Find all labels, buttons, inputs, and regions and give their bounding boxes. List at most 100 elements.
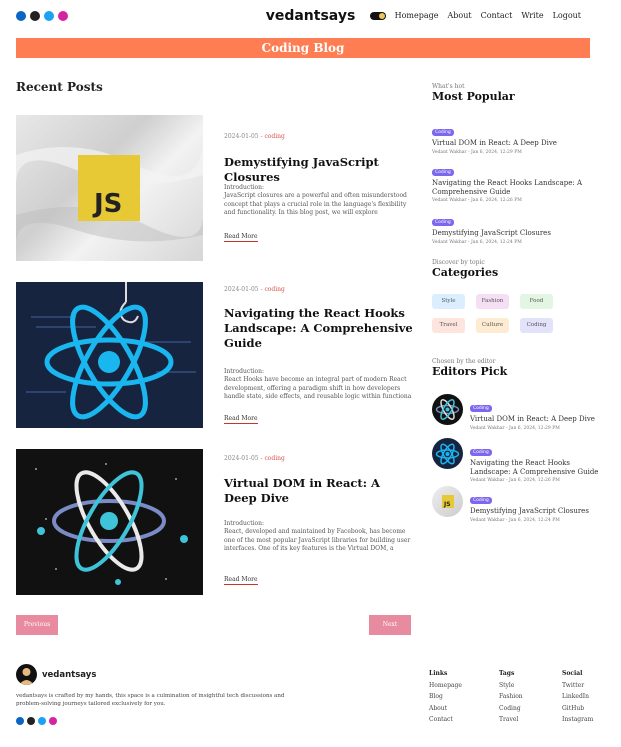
nav-homepage[interactable]: Homepage bbox=[395, 11, 439, 20]
svg-text:JS: JS bbox=[443, 501, 451, 508]
footer-brand-name[interactable]: vedantsays bbox=[42, 670, 96, 680]
editors-pick-item[interactable]: JS Coding Demystifying JavaScript Closur… bbox=[432, 486, 602, 523]
category-chip-food[interactable]: Food bbox=[520, 294, 553, 309]
editors-pick-text: Coding Demystifying JavaScript Closures … bbox=[470, 486, 600, 523]
editors-pick-title-text[interactable]: Demystifying JavaScript Closures bbox=[470, 507, 600, 516]
editors-pick-item[interactable]: Coding Navigating the React Hooks Landsc… bbox=[432, 438, 602, 483]
popular-item-meta: Vedant Wakhar - Jan 6, 2024, 12:26 PM bbox=[432, 198, 522, 203]
footer-link[interactable]: GitHub bbox=[562, 703, 593, 715]
virtual-dom-image bbox=[35, 463, 188, 585]
footer-link[interactable]: Travel bbox=[499, 714, 523, 726]
post-date: 2024-01-05 bbox=[224, 455, 259, 462]
nav-about[interactable]: About bbox=[447, 11, 471, 20]
category-chip-culture[interactable]: Culture bbox=[476, 318, 509, 333]
post-title[interactable]: Navigating the React Hooks Landscape: A … bbox=[224, 306, 414, 351]
category-badge[interactable]: Coding bbox=[470, 497, 492, 504]
read-more-link[interactable]: Read More bbox=[224, 576, 258, 585]
read-more-link[interactable]: Read More bbox=[224, 233, 258, 242]
post-category[interactable]: coding bbox=[264, 286, 284, 293]
footer-link[interactable]: Homepage bbox=[429, 680, 462, 692]
post-category[interactable]: coding bbox=[264, 133, 284, 140]
footer-tags-column: Tags Style Fashion Coding Travel bbox=[499, 668, 523, 726]
editors-pick-item[interactable]: Coding Virtual DOM in React: A Deep Dive… bbox=[432, 394, 602, 431]
top-bar: vedantsays Homepage About Contact Write … bbox=[0, 0, 621, 34]
category-chip-travel[interactable]: Travel bbox=[432, 318, 465, 333]
post-title[interactable]: Demystifying JavaScript Closures bbox=[224, 155, 414, 185]
popular-item-meta: Vedant Wakhar - Jan 6, 2024, 12:29 PM bbox=[432, 149, 522, 155]
popular-item-title[interactable]: Virtual DOM in React: A Deep Dive bbox=[432, 139, 592, 148]
footer-link[interactable]: Coding bbox=[499, 703, 523, 715]
nav-logout[interactable]: Logout bbox=[553, 11, 581, 20]
main-nav: Homepage About Contact Write Logout bbox=[369, 11, 581, 20]
post-thumbnail[interactable] bbox=[16, 282, 203, 428]
most-popular-kicker: What's hot bbox=[432, 83, 465, 90]
popular-item-title[interactable]: Demystifying JavaScript Closures bbox=[432, 229, 592, 238]
post-meta: 2024-01-05 - coding bbox=[224, 455, 285, 462]
editors-pick-avatar[interactable]: JS bbox=[432, 486, 463, 517]
most-popular-header: What's hot Most Popular bbox=[432, 83, 602, 103]
editors-pick-title-text[interactable]: Navigating the React Hooks Landscape: A … bbox=[470, 459, 600, 476]
footer-link[interactable]: About bbox=[429, 703, 462, 715]
post-excerpt: JavaScript closures are a powerful and o… bbox=[224, 192, 407, 216]
footer-link[interactable]: Style bbox=[499, 680, 523, 692]
category-chip-fashion[interactable]: Fashion bbox=[476, 294, 509, 309]
category-badge[interactable]: Coding bbox=[470, 405, 492, 412]
post-meta: 2024-01-05 - coding bbox=[224, 133, 285, 140]
github-icon[interactable] bbox=[27, 717, 35, 725]
category-chip-style[interactable]: Style bbox=[432, 294, 465, 309]
previous-button[interactable]: Previous bbox=[16, 615, 58, 635]
footer-column-title: Links bbox=[429, 670, 448, 677]
category-badge[interactable]: Coding bbox=[432, 219, 454, 226]
post-intro-label: Introduction: bbox=[224, 184, 265, 191]
editors-pick-avatar[interactable] bbox=[432, 394, 463, 425]
footer-link[interactable]: Blog bbox=[429, 691, 462, 703]
linkedin-icon[interactable] bbox=[16, 717, 24, 725]
footer-social bbox=[16, 717, 57, 725]
categories-header: Discover by topic Categories bbox=[432, 259, 602, 279]
footer-link[interactable]: Instagram bbox=[562, 714, 593, 726]
footer-column-title: Tags bbox=[499, 670, 515, 677]
editors-pick-meta: Vedant Wakhar - Jan 6, 2024, 12:26 PM bbox=[470, 478, 560, 483]
post-thumbnail[interactable] bbox=[16, 449, 203, 595]
editors-pick-title-text[interactable]: Virtual DOM in React: A Deep Dive bbox=[470, 415, 600, 424]
post-meta: 2024-01-05 - coding bbox=[224, 286, 285, 293]
most-popular-title: Most Popular bbox=[432, 90, 515, 103]
post-thumbnail[interactable]: JS bbox=[16, 115, 203, 261]
popular-item[interactable]: Coding Virtual DOM in React: A Deep Dive… bbox=[432, 118, 592, 155]
categories-title: Categories bbox=[432, 266, 499, 279]
category-badge[interactable]: Coding bbox=[470, 449, 492, 456]
footer-description: vedantsays is crafted by my hands, this … bbox=[16, 693, 285, 707]
react-logo-image bbox=[26, 282, 196, 420]
category-badge[interactable]: Coding bbox=[432, 169, 454, 176]
popular-item-title[interactable]: Navigating the React Hooks Landscape: A … bbox=[432, 179, 592, 196]
post-date: 2024-01-05 bbox=[224, 286, 259, 293]
editors-pick-meta: Vedant Wakhar - Jan 6, 2024, 12:24 PM bbox=[470, 517, 560, 523]
instagram-icon[interactable] bbox=[49, 717, 57, 725]
post-category[interactable]: coding bbox=[264, 455, 284, 462]
footer-link[interactable]: LinkedIn bbox=[562, 691, 593, 703]
theme-toggle[interactable] bbox=[369, 11, 386, 20]
footer-link[interactable]: Twitter bbox=[562, 680, 593, 692]
twitter-icon[interactable] bbox=[38, 717, 46, 725]
next-button[interactable]: Next bbox=[369, 615, 411, 635]
post-excerpt: React, developed and maintained by Faceb… bbox=[224, 528, 411, 552]
footer-social-column: Social Twitter LinkedIn GitHub Instagram bbox=[562, 668, 593, 726]
category-badge[interactable]: Coding bbox=[432, 129, 454, 136]
read-more-link[interactable]: Read More bbox=[224, 415, 258, 424]
editors-pick-text: Coding Virtual DOM in React: A Deep Dive… bbox=[470, 394, 600, 431]
svg-text:JS: JS bbox=[92, 189, 122, 219]
post-intro-label: Introduction: bbox=[224, 368, 265, 375]
post-card: 2024-01-05 - coding Virtual DOM in React… bbox=[16, 449, 411, 595]
nav-write[interactable]: Write bbox=[521, 11, 543, 20]
popular-item[interactable]: Coding Navigating the React Hooks Landsc… bbox=[432, 158, 592, 203]
footer-logo[interactable] bbox=[16, 664, 37, 685]
nav-contact[interactable]: Contact bbox=[481, 11, 513, 20]
footer-link[interactable]: Fashion bbox=[499, 691, 523, 703]
footer-link[interactable]: Contact bbox=[429, 714, 462, 726]
category-chip-coding[interactable]: Coding bbox=[520, 318, 553, 333]
editors-pick-header: Chosen by the editor Editors Pick bbox=[432, 358, 602, 378]
post-title[interactable]: Virtual DOM in React: A Deep Dive bbox=[224, 476, 414, 506]
popular-item[interactable]: Coding Demystifying JavaScript Closures … bbox=[432, 208, 592, 245]
post-intro-label: Introduction: bbox=[224, 520, 265, 527]
editors-pick-avatar[interactable] bbox=[432, 438, 463, 469]
